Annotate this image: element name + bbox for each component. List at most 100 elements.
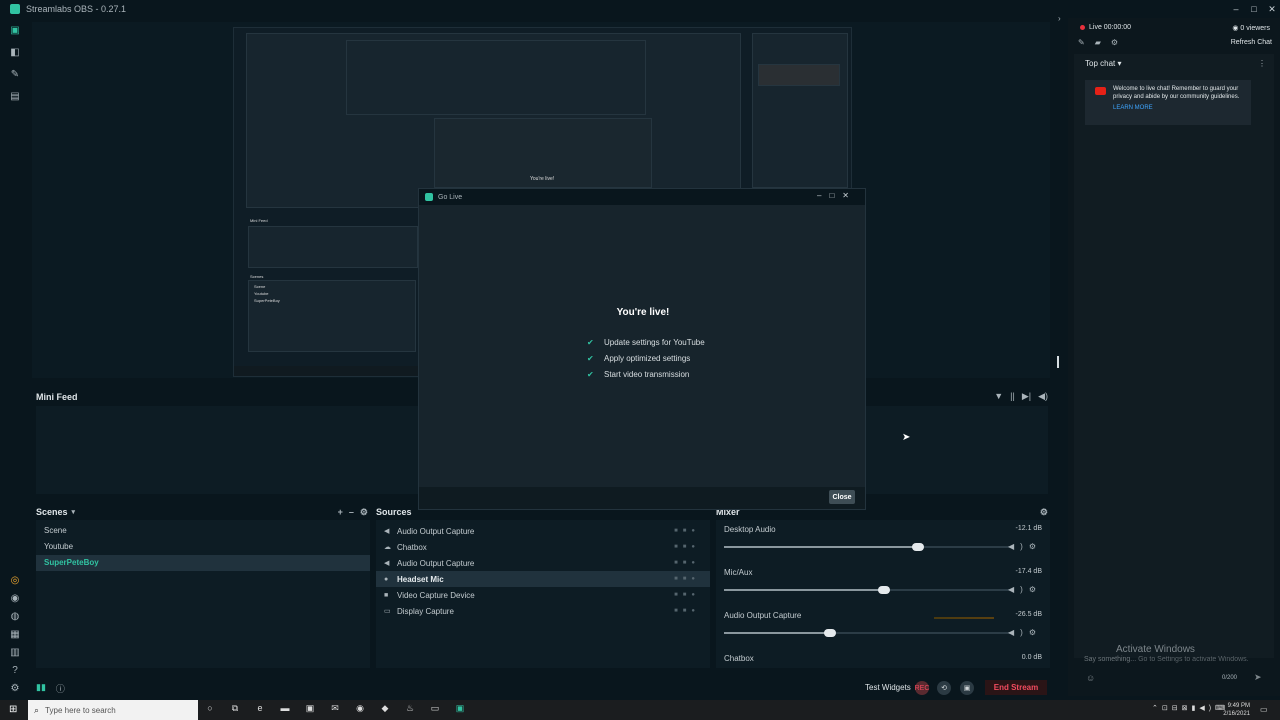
dialog-minimize-icon[interactable]: – bbox=[817, 191, 829, 200]
source-row-tools-icon[interactable]: ■■● bbox=[674, 608, 700, 614]
help-icon[interactable]: ◍ bbox=[9, 610, 21, 622]
refresh-chat-button[interactable]: Refresh Chat bbox=[1231, 39, 1272, 46]
scene-settings-icon[interactable]: ⚙ bbox=[360, 507, 368, 518]
source-item[interactable]: ▭ Display Capture ■■● bbox=[376, 603, 710, 619]
edge-icon[interactable]: e bbox=[253, 703, 267, 714]
record-button[interactable]: REC bbox=[915, 681, 929, 695]
youtube-chat: Top chat ▾ ⋮ Welcome to live chat! Remem… bbox=[1074, 54, 1274, 658]
minifeed-title: Mini Feed bbox=[36, 392, 78, 402]
source-item[interactable]: ◀ Audio Output Capture ■■● bbox=[376, 555, 710, 571]
volume-slider[interactable] bbox=[724, 586, 1010, 594]
mail-icon[interactable]: ✉ bbox=[328, 703, 342, 714]
stats-icon[interactable]: ▥ bbox=[9, 646, 21, 658]
notification-icon[interactable]: ▭ bbox=[1260, 705, 1268, 714]
replay-buffer-icon[interactable]: ⟲ bbox=[937, 681, 951, 695]
mute-icon[interactable]: ◀) bbox=[1008, 542, 1029, 551]
windows-start-icon[interactable]: ⊞ bbox=[9, 704, 17, 715]
streamlabs-taskbar-icon[interactable]: ▣ bbox=[453, 703, 467, 714]
store-icon[interactable]: ▤ bbox=[9, 90, 21, 102]
source-row-tools-icon[interactable]: ■■● bbox=[674, 560, 700, 566]
filter-icon[interactable]: ▼ bbox=[994, 391, 1003, 402]
go-live-steps: ✔ Update settings for YouTube ✔ Apply opti… bbox=[587, 334, 705, 382]
source-gear-icon[interactable]: ⚙ bbox=[1029, 542, 1042, 551]
camera-icon[interactable]: ▰ bbox=[1095, 38, 1111, 47]
source-row-tools-icon[interactable]: ■■● bbox=[674, 544, 700, 550]
volume-slider-knob[interactable] bbox=[912, 543, 925, 551]
taskbar-clock[interactable]: 9:49 PM 2/16/2021 bbox=[1220, 702, 1250, 718]
minimize-button[interactable]: – bbox=[1228, 0, 1244, 18]
performance-icon[interactable]: ▮▮ bbox=[36, 682, 46, 695]
preview-resize-handle[interactable] bbox=[1057, 356, 1059, 368]
source-item-active[interactable]: ● Headset Mic ■■● bbox=[376, 571, 710, 587]
layout-icon[interactable]: ▦ bbox=[9, 628, 21, 640]
volume-slider[interactable] bbox=[724, 543, 1010, 551]
test-widgets-button[interactable]: Test Widgets bbox=[865, 683, 911, 692]
learn-more-link[interactable]: LEARN MORE bbox=[1113, 105, 1245, 111]
maximize-button[interactable]: □ bbox=[1246, 0, 1262, 18]
source-row-tools-icon[interactable]: ■■● bbox=[674, 528, 700, 534]
nested-chat bbox=[752, 33, 848, 188]
sources-title: Sources bbox=[376, 507, 412, 517]
close-window-button[interactable]: ✕ bbox=[1264, 0, 1280, 18]
source-item[interactable]: ■ Video Capture Device ■■● bbox=[376, 587, 710, 603]
app-icon[interactable]: ◆ bbox=[378, 703, 392, 714]
info-icon[interactable]: ⓘ bbox=[56, 682, 65, 695]
media-app-icon[interactable]: ▭ bbox=[428, 703, 442, 714]
chat-placeholder: Say something... bbox=[1084, 656, 1137, 663]
mute-icon[interactable]: ◀) bbox=[1008, 628, 1029, 637]
dialog-close-icon[interactable]: ✕ bbox=[842, 191, 857, 200]
close-button[interactable]: Close bbox=[829, 490, 855, 504]
system-tray[interactable]: ⌃⊡⊟⊠▮◀)⌨ bbox=[1152, 704, 1229, 712]
editor-icon[interactable]: ✎ bbox=[9, 68, 21, 80]
scene-item-active[interactable]: SuperPeteBoy bbox=[36, 555, 370, 571]
end-stream-button[interactable]: End Stream bbox=[985, 680, 1047, 695]
mixer-list: Desktop Audio -12.1 dB ◀)⚙ Mic/Aux -17.4… bbox=[716, 520, 1050, 668]
scenes-title[interactable]: Scenes bbox=[36, 507, 68, 517]
source-gear-icon[interactable]: ⚙ bbox=[1029, 585, 1042, 594]
alert-icon[interactable]: ◎ bbox=[9, 574, 21, 586]
send-icon[interactable]: ➤ bbox=[1254, 672, 1262, 683]
file-explorer-icon[interactable]: ▬ bbox=[278, 703, 292, 714]
source-item[interactable]: ◀ Audio Output Capture ■■● bbox=[376, 523, 710, 539]
pause-icon[interactable]: || bbox=[1010, 391, 1015, 402]
volume-icon[interactable]: ◀) bbox=[1038, 391, 1048, 402]
studio-mode-icon[interactable]: ▣ bbox=[9, 24, 21, 36]
chevron-down-icon[interactable]: ▾ bbox=[72, 508, 76, 516]
top-chat-dropdown[interactable]: Top chat ▾ bbox=[1085, 59, 1122, 68]
mute-icon[interactable]: ◀) bbox=[1008, 585, 1029, 594]
chat-settings-icon[interactable]: ⚙ bbox=[1111, 38, 1128, 47]
volume-slider-knob[interactable] bbox=[823, 629, 836, 637]
volume-slider-knob[interactable] bbox=[878, 586, 891, 594]
dashboard-icon[interactable]: ◉ bbox=[9, 592, 21, 604]
info-icon[interactable]: ? bbox=[9, 664, 21, 676]
cortana-icon[interactable]: ○ bbox=[203, 703, 217, 714]
emoji-icon[interactable]: ☺ bbox=[1086, 673, 1095, 683]
more-options-icon[interactable]: ⋮ bbox=[1258, 59, 1266, 68]
scenes-list: Scene Youtube SuperPeteBoy bbox=[36, 520, 370, 668]
store-icon[interactable]: ▣ bbox=[303, 703, 317, 714]
source-item[interactable]: ☁ Chatbox ■■● bbox=[376, 539, 710, 555]
chrome-icon[interactable]: ◉ bbox=[353, 703, 367, 714]
source-row-tools-icon[interactable]: ■■● bbox=[674, 592, 700, 598]
screenshot-icon[interactable]: ▣ bbox=[960, 681, 974, 695]
remove-scene-icon[interactable]: – bbox=[349, 507, 354, 518]
dialog-maximize-icon[interactable]: □ bbox=[829, 191, 842, 200]
chat-input[interactable]: ☺ 0/200 ➤ bbox=[1074, 666, 1274, 690]
mixer-settings-icon[interactable]: ⚙ bbox=[1040, 507, 1048, 518]
edit-stream-icon[interactable]: ✎ bbox=[1078, 38, 1095, 47]
source-row-tools-icon[interactable]: ■■● bbox=[674, 576, 700, 582]
scene-item[interactable]: Youtube bbox=[36, 539, 370, 555]
steam-icon[interactable]: ♨ bbox=[403, 703, 417, 714]
add-scene-icon[interactable]: + bbox=[338, 507, 343, 518]
source-label: Audio Output Capture bbox=[397, 558, 475, 568]
taskbar-search[interactable]: ⌕ Type here to search bbox=[28, 700, 198, 720]
collapse-chat-icon[interactable]: › bbox=[1058, 14, 1061, 23]
source-gear-icon[interactable]: ⚙ bbox=[1029, 628, 1042, 637]
settings-gear-icon[interactable]: ⚙ bbox=[9, 682, 21, 694]
skip-icon[interactable]: ▶| bbox=[1022, 391, 1031, 402]
scene-item[interactable]: Scene bbox=[36, 523, 370, 539]
volume-slider[interactable] bbox=[724, 629, 1010, 637]
check-icon: ✔ bbox=[587, 369, 594, 379]
task-view-icon[interactable]: ⧉ bbox=[228, 703, 242, 714]
themes-icon[interactable]: ◧ bbox=[9, 46, 21, 58]
